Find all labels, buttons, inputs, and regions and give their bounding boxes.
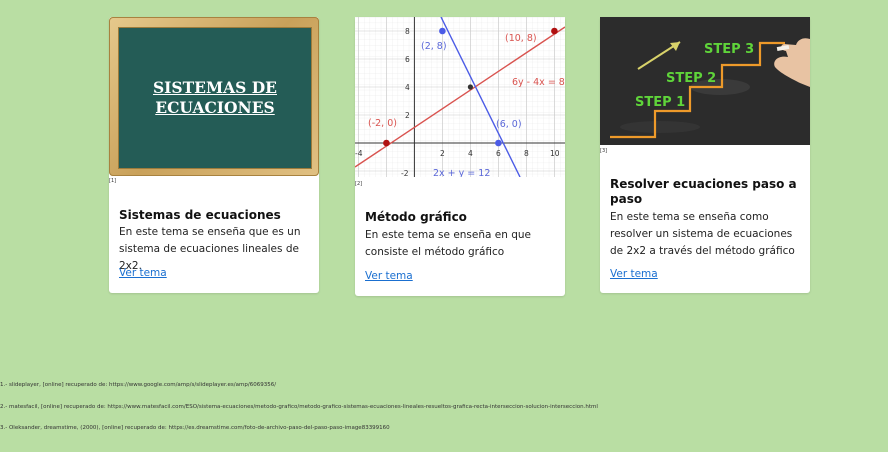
image-ref: [1] [109, 178, 117, 184]
view-topic-link[interactable]: Ver tema [119, 267, 167, 279]
x-tick: 10 [550, 149, 560, 158]
point-label: (-2, 0) [368, 118, 397, 129]
equation-label: 2x + y = 12 [433, 168, 490, 177]
point-label: (2, 8) [421, 41, 447, 52]
step-label: STEP 1 [635, 95, 685, 110]
x-tick: 8 [524, 149, 529, 158]
card-title: Método gráfico [365, 210, 467, 224]
y-tick: 8 [405, 27, 410, 36]
topic-card-systems: SISTEMAS DE ECUACIONES [1] Sistemas de e… [109, 17, 319, 293]
step-label: STEP 2 [666, 71, 716, 86]
steps-svg: STEP 1 STEP 2 STEP 3 [610, 38, 810, 139]
step-label: STEP 3 [704, 42, 754, 57]
footnote-1: 1.- slideplayer, [online] recuperado de:… [0, 382, 277, 388]
graph-svg: 8 6 4 2 -2 -4 2 4 6 8 10 (2, 8) (10, 8) … [355, 17, 565, 177]
topic-card-graphic-method: 8 6 4 2 -2 -4 2 4 6 8 10 (2, 8) (10, 8) … [355, 17, 565, 296]
chalkboard-text: SISTEMAS DE ECUACIONES [152, 78, 277, 117]
point-label: (6, 0) [496, 119, 522, 130]
x-tick: -4 [355, 149, 363, 158]
point-10-8 [551, 27, 558, 35]
intersection-point [467, 84, 473, 90]
graph-image: 8 6 4 2 -2 -4 2 4 6 8 10 (2, 8) (10, 8) … [355, 17, 565, 177]
card-description: En este tema se enseña en que consiste e… [365, 229, 532, 258]
view-topic-link[interactable]: Ver tema [610, 268, 658, 280]
y-tick: -2 [401, 169, 409, 177]
point-6-0 [495, 139, 502, 147]
card-title: Sistemas de ecuaciones [119, 208, 281, 222]
topic-card-step-by-step: STEP 1 STEP 2 STEP 3 [3] Resolver ecuaci… [600, 17, 810, 293]
y-tick: 6 [405, 55, 410, 64]
point-2-8 [439, 27, 446, 35]
card-title: Resolver ecuaciones paso a paso [610, 177, 797, 206]
image-ref: [2] [355, 181, 363, 187]
view-topic-link[interactable]: Ver tema [365, 270, 413, 282]
x-tick: 4 [468, 149, 473, 158]
point-neg2-0 [383, 139, 390, 147]
chalkboard: SISTEMAS DE ECUACIONES [118, 27, 312, 169]
card-description: En este tema se enseña como resolver un … [610, 211, 795, 257]
steps-image: STEP 1 STEP 2 STEP 3 [600, 17, 810, 145]
footnote-2: 2.- matesfacil, [online] recuperado de: … [0, 404, 598, 410]
x-tick: 6 [496, 149, 501, 158]
y-tick: 2 [405, 111, 410, 120]
x-tick: 2 [440, 149, 445, 158]
hand-image [774, 38, 810, 87]
y-tick: 4 [405, 83, 410, 92]
footnote-3: 3.- Oleksander, dreamstime, (2000), [onl… [0, 425, 390, 431]
image-ref: [3] [600, 148, 608, 154]
chalkboard-image: SISTEMAS DE ECUACIONES [109, 17, 319, 177]
point-label: (10, 8) [505, 33, 537, 44]
equation-label: 6y - 4x = 8 [512, 77, 565, 88]
chalkboard-frame: SISTEMAS DE ECUACIONES [109, 17, 319, 176]
